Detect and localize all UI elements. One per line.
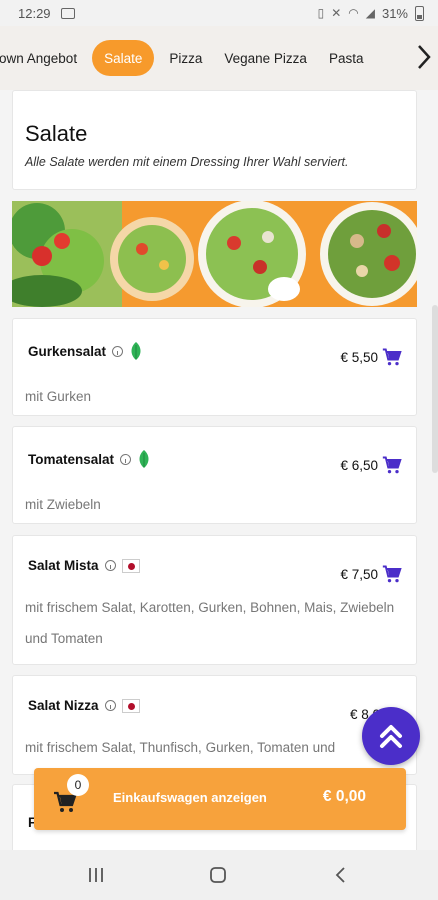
menu-item-card[interactable]: Salat Nizza € 8,0 mit frischem Salat, Th… <box>12 675 417 775</box>
battery-icon <box>415 5 424 21</box>
item-price: € 6,50 <box>340 458 378 473</box>
salad-banner-image <box>12 201 417 307</box>
red-marker-icon <box>121 558 140 573</box>
add-to-cart-icon[interactable] <box>382 347 402 367</box>
status-bar: 12:29 ▯ ✕ ◠ ◢ 31% <box>0 0 438 26</box>
red-marker-icon <box>121 698 140 713</box>
menu-item-card[interactable]: Tomatensalat € 6,50 mit Zwiebeln <box>12 426 417 524</box>
item-name: Salat Mista <box>28 558 99 573</box>
add-to-cart-icon[interactable] <box>382 455 402 475</box>
view-cart-bar[interactable]: 0 Einkaufswagen anzeigen € 0,00 <box>34 768 406 830</box>
home-button[interactable] <box>206 864 230 886</box>
section-subtitle: Alle Salate werden mit einem Dressing Ih… <box>25 155 349 169</box>
mute-icon: ✕ <box>331 6 342 20</box>
item-name: Tomatensalat <box>28 451 115 467</box>
menu-item-card[interactable]: Gurkensalat € 5,50 mit Gurken <box>12 318 417 416</box>
scroll-to-top-button[interactable] <box>362 707 420 765</box>
category-tabs: own Angebot Salate Pizza Vegane Pizza Pa… <box>0 26 438 90</box>
menu-item-card[interactable]: Salat Mista € 7,50 mit frischem Salat, K… <box>12 535 417 665</box>
chevron-right-icon <box>418 45 431 69</box>
system-nav-bar <box>0 850 438 900</box>
side-edge-handle[interactable] <box>432 305 438 473</box>
tab-pasta[interactable]: Pasta <box>318 40 375 76</box>
signal-icon: ◢ <box>365 6 375 20</box>
item-description: mit Zwiebeln <box>25 497 101 512</box>
item-name-row: Tomatensalat <box>28 449 151 469</box>
double-chevron-up-icon <box>380 725 402 748</box>
section-title: Salate <box>25 121 88 146</box>
item-name: Gurkensalat <box>28 343 107 359</box>
add-to-cart-icon[interactable] <box>382 564 402 584</box>
status-icons: ▯ ✕ ◠ ◢ 31% <box>317 5 424 21</box>
cart-total: € 0,00 <box>322 788 366 805</box>
info-icon[interactable] <box>104 700 116 711</box>
cart-count-badge: 0 <box>67 774 89 796</box>
info-icon[interactable] <box>104 560 116 571</box>
section-header-card: Salate Alle Salate werden mit einem Dres… <box>12 90 417 190</box>
item-price: € 7,50 <box>340 567 378 582</box>
category-tabs-track: own Angebot Salate Pizza Vegane Pizza Pa… <box>0 40 374 76</box>
item-description: mit frischem Salat, Thunfisch, Gurken, T… <box>25 740 336 755</box>
tab-salate[interactable]: Salate <box>92 40 155 76</box>
tab-angebot[interactable]: own Angebot <box>0 40 88 76</box>
recent-apps-icon <box>89 868 103 882</box>
item-price: € 5,50 <box>340 350 378 365</box>
salad-banner-illustration <box>12 201 417 307</box>
status-time: 12:29 <box>18 5 51 21</box>
tab-pizza[interactable]: Pizza <box>158 40 213 76</box>
recent-apps-button[interactable] <box>84 864 108 886</box>
battery-percent: 31% <box>381 5 408 21</box>
back-button[interactable] <box>329 864 353 886</box>
tab-vegane-pizza[interactable]: Vegane Pizza <box>213 40 318 76</box>
vegan-leaf-icon <box>137 449 151 469</box>
view-cart-label: Einkaufswagen anzeigen <box>113 790 267 805</box>
back-icon <box>335 867 345 883</box>
info-icon[interactable] <box>120 453 132 465</box>
item-name: Salat Nizza <box>28 698 99 713</box>
info-icon[interactable] <box>112 345 124 357</box>
gallery-notification-icon <box>60 7 75 19</box>
item-description: mit frischem Salat, Karotten, Gurken, Bo… <box>25 600 395 646</box>
item-name-row: Salat Mista <box>28 558 140 573</box>
item-name-row: Salat Nizza <box>28 698 140 713</box>
home-icon <box>210 867 226 883</box>
vegan-leaf-icon <box>129 341 143 361</box>
wifi-icon: ◠ <box>348 6 359 20</box>
item-name-row: Gurkensalat <box>28 341 143 361</box>
vibrate-icon: ▯ <box>317 6 325 20</box>
tabs-next-button[interactable] <box>410 34 438 80</box>
item-description: mit Gurken <box>25 389 92 404</box>
